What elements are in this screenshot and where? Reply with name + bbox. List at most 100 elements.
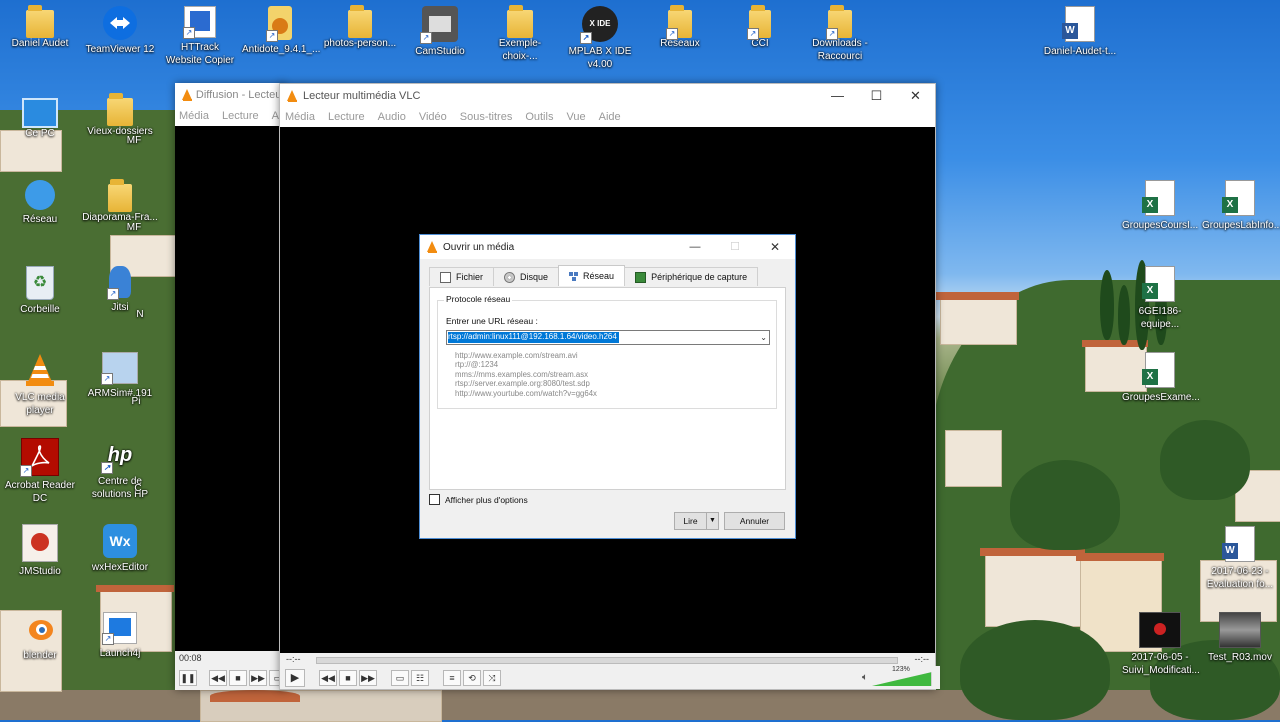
pause-button[interactable]: ❚❚ <box>179 669 197 686</box>
shuffle-button[interactable]: ⤨ <box>483 669 501 686</box>
desktop-icon-label: Acrobat Reader DC <box>4 480 76 504</box>
menu-help[interactable]: Aide <box>599 111 621 123</box>
loop-button[interactable]: ⟲ <box>463 669 481 686</box>
desktop-icon-label: Test_R03.mov <box>1208 652 1272 663</box>
desktop-icon-acrobat[interactable]: ↗ Acrobat Reader DC <box>0 438 80 505</box>
vlc-titlebar[interactable]: Lecteur multimédia VLC — ☐ ✕ <box>280 84 935 108</box>
show-more-options-row[interactable]: Afficher plus d'options <box>429 494 528 505</box>
desktop-icon-label: GroupesCoursI... <box>1122 220 1199 231</box>
close-button[interactable]: ✕ <box>896 84 935 108</box>
desktop-icon-jmstudio[interactable]: JMStudio <box>0 524 80 578</box>
play-options-dropdown[interactable]: ▼ <box>706 512 719 530</box>
desktop-icon-launch4j[interactable]: ↗ Launch4j <box>80 612 160 660</box>
dialog-title: Ouvrir un média <box>443 241 515 253</box>
desktop-icon-label: Diaporama-Fra... <box>82 212 158 223</box>
tab-label: Disque <box>520 272 549 282</box>
tab-fichier[interactable]: Fichier <box>429 267 495 286</box>
desktop-icon-diaporama[interactable]: Diaporama-Fra... <box>80 179 160 224</box>
maximize-button[interactable]: ☐ <box>715 235 755 259</box>
desktop-icon-downloads[interactable]: ↗ Downloads - Raccourci <box>800 5 880 63</box>
play-button[interactable]: Lire <box>674 512 707 530</box>
desktop-icon-6gei186[interactable]: X 6GEI186-equipe... <box>1120 266 1200 331</box>
tab-disque[interactable]: Disque <box>493 267 560 286</box>
menu-lecture[interactable]: Lecture <box>328 111 365 123</box>
desktop-icon-ce-pc[interactable]: Ce PC <box>0 94 80 140</box>
desktop-icon-corbeille[interactable]: ♻ Corbeille <box>0 266 80 316</box>
capture-card-icon <box>635 271 647 283</box>
desktop-icon-daniel-audet-doc[interactable]: W Daniel-Audet-t... <box>1040 6 1120 58</box>
desktop-icon-reseau[interactable]: Réseau <box>0 180 80 226</box>
desktop-icon-camstudio[interactable]: ↗ CamStudio <box>400 6 480 58</box>
volume-slider[interactable]: 123% <box>872 666 932 686</box>
minimize-button[interactable]: — <box>818 84 857 108</box>
desktop-icon-photos[interactable]: photos-person... <box>320 5 400 50</box>
minimize-button[interactable]: — <box>675 235 715 259</box>
desktop-icon-groupes-cours[interactable]: X GroupesCoursI... <box>1120 180 1200 232</box>
desktop-icon-cci[interactable]: ↗ CCI <box>720 5 800 50</box>
menu-media[interactable]: Média <box>179 110 209 122</box>
menu-tools[interactable]: Outils <box>525 111 553 123</box>
diffusion-window[interactable]: Diffusion - Lecteur Média Lecture Aud 00… <box>175 83 291 690</box>
user-folder-icon <box>26 5 54 38</box>
playlist-button[interactable]: ≡ <box>443 669 461 686</box>
desktop-icon-hp[interactable]: hp ↗ Centre de solutions HP <box>80 438 160 501</box>
excel-icon: X <box>1222 180 1255 216</box>
menu-view[interactable]: Vue <box>566 111 585 123</box>
hp-icon: hp ↗ <box>101 438 137 474</box>
desktop-icon-evaluation[interactable]: W 2017-06-23 - Evaluation fo... <box>1200 526 1280 591</box>
partial-label: MF <box>126 222 142 233</box>
desktop-icon-vieux-dossiers[interactable]: Vieux-dossiers <box>80 93 160 138</box>
fullscreen-button[interactable]: ▭ <box>391 669 409 686</box>
url-input[interactable] <box>448 331 748 342</box>
diffusion-video-area <box>175 126 285 651</box>
desktop-icon-jitsi[interactable]: ↗ Jitsi <box>80 266 160 314</box>
cancel-button[interactable]: Annuler <box>724 512 785 530</box>
desktop-icon-daniel-audet[interactable]: Daniel Audet <box>0 5 80 50</box>
desktop-icon-mplab[interactable]: X IDE ↗ MPLAB X IDE v4.00 <box>560 6 640 71</box>
url-combobox[interactable]: ⌄ <box>446 330 770 345</box>
tab-reseau[interactable]: Réseau <box>558 265 626 286</box>
desktop-icon-groupes-exame[interactable]: X GroupesExame... <box>1120 352 1200 404</box>
speaker-icon[interactable]: 🔈︎ <box>862 672 868 683</box>
video-thumb-icon <box>1139 612 1181 648</box>
next-button[interactable]: ▶▶ <box>359 669 377 686</box>
desktop-icon-test-r03[interactable]: Test_R03.mov <box>1200 612 1280 664</box>
desktop-icon-label: Antidote_9.4.1_... <box>242 44 321 55</box>
menu-lecture[interactable]: Lecture <box>222 110 259 122</box>
desktop-icon-groupes-lab[interactable]: X GroupesLabInfo... <box>1200 180 1280 232</box>
desktop-icon-vlc[interactable]: VLC media player <box>0 352 80 417</box>
desktop-icon-teamviewer[interactable]: TeamViewer 12 <box>80 6 160 56</box>
close-button[interactable]: ✕ <box>755 235 795 259</box>
desktop-icon-label: Ce PC <box>25 128 55 139</box>
chevron-down-icon[interactable]: ⌄ <box>760 331 767 344</box>
desktop-icon-armsim[interactable]: ↗ ARMSim#.191 <box>80 352 160 400</box>
previous-button[interactable]: ◀◀ <box>209 669 227 686</box>
desktop-icon-wxhexeditor[interactable]: Wx wxHexEditor <box>80 524 160 574</box>
seek-slider[interactable] <box>316 657 898 664</box>
desktop-icon-exemple-choix[interactable]: Exemple-choix-... <box>480 5 560 63</box>
menu-media[interactable]: Média <box>285 111 315 123</box>
stop-button[interactable]: ■ <box>229 669 247 686</box>
dialog-titlebar[interactable]: Ouvrir un média — ☐ ✕ <box>420 235 795 259</box>
menu-subtitles[interactable]: Sous-titres <box>460 111 513 123</box>
previous-button[interactable]: ◀◀ <box>319 669 337 686</box>
diffusion-titlebar[interactable]: Diffusion - Lecteur <box>175 83 285 107</box>
maximize-button[interactable]: ☐ <box>857 84 896 108</box>
menu-video[interactable]: Vidéo <box>419 111 447 123</box>
extended-settings-button[interactable]: ☷ <box>411 669 429 686</box>
desktop-icon-antidote[interactable]: ↗ Antidote_9.4.1_... <box>240 6 320 56</box>
next-button[interactable]: ▶▶ <box>249 669 267 686</box>
vlc-controls: ▶ ◀◀ ■ ▶▶ ▭ ☷ ≡ ⟲ ⤨ 🔈︎ 123% <box>280 666 940 689</box>
stop-button[interactable]: ■ <box>339 669 357 686</box>
desktop-icon-blender[interactable]: blender <box>0 612 80 662</box>
desktop-icon-httrack[interactable]: ↗ HTTrack Website Copier <box>160 6 240 67</box>
show-more-options-label: Afficher plus d'options <box>445 494 528 505</box>
menu-audio[interactable]: Audio <box>378 111 406 123</box>
desktop-icon-suivi[interactable]: 2017-06-05 - Suivi_Modificati... <box>1120 612 1200 677</box>
tab-capture-device[interactable]: Périphérique de capture <box>624 267 759 286</box>
desktop-icon-reseaux[interactable]: ↗ Reseaux <box>640 5 720 50</box>
open-media-dialog[interactable]: Ouvrir un média — ☐ ✕ Fichier Disque Rés… <box>419 234 796 539</box>
play-button[interactable]: ▶ <box>285 668 305 687</box>
show-more-options-checkbox[interactable] <box>429 494 440 505</box>
diffusion-seekbar[interactable]: 00:08 <box>175 651 285 665</box>
